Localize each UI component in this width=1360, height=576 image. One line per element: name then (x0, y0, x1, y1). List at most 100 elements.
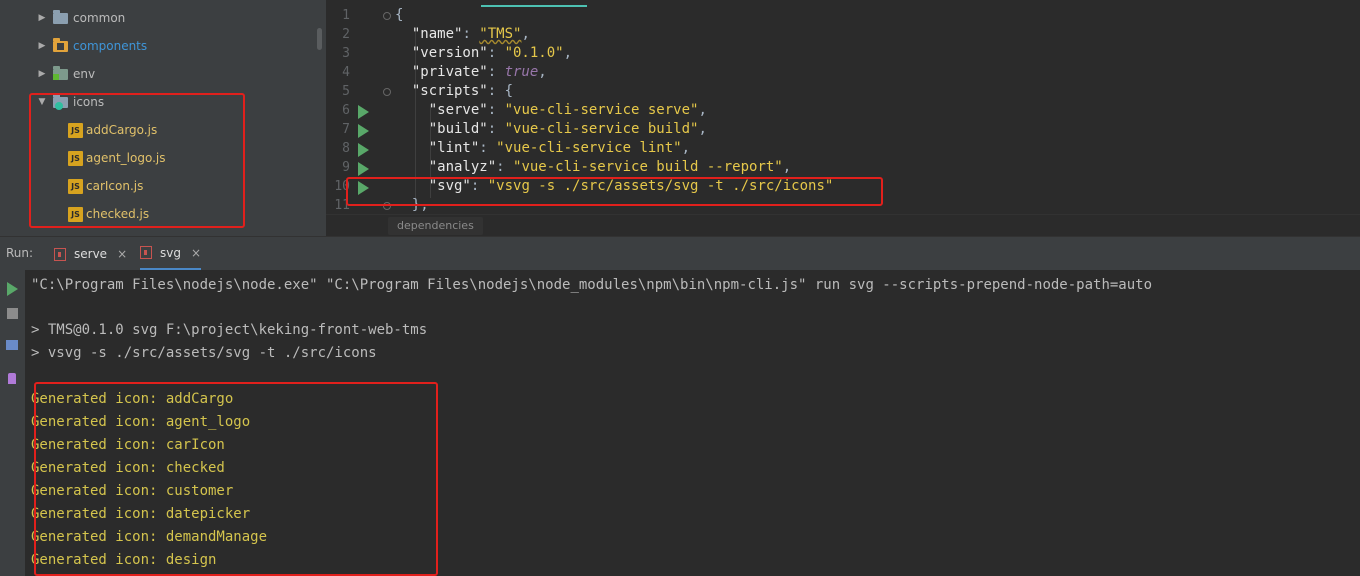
code-line: { (395, 7, 403, 23)
json-value: true (504, 64, 539, 80)
fold-marker-icon[interactable] (383, 202, 391, 210)
folder-icon (53, 93, 68, 110)
json-value: "vue-cli-service build --report" (513, 159, 783, 175)
module-folder-icon (53, 37, 68, 52)
code-line: "name": "TMS", (411, 26, 530, 42)
fold-marker-icon[interactable] (383, 88, 391, 96)
console-generated-line: Generated icon: demandManage (31, 529, 268, 545)
line-number: 4 (342, 65, 350, 80)
console-generated-line: Generated icon: carIcon (31, 437, 225, 453)
tree-item-caricon[interactable]: JS carIcon.js (0, 172, 326, 200)
console-command-line: "C:\Program Files\nodejs\node.exe" "C:\P… (31, 277, 1153, 293)
json-key: "svg" (428, 178, 471, 194)
run-console[interactable]: "C:\Program Files\nodejs\node.exe" "C:\P… (25, 270, 1360, 576)
console-generated-line: Generated icon: customer (31, 483, 234, 499)
code-line: "build": "vue-cli-service build", (428, 121, 707, 137)
line-number: 6 (342, 103, 350, 118)
code-editor[interactable]: 1 2 3 4 5 6 7 8 9 10 11 { "name": "TMS",… (326, 0, 1360, 236)
line-number: 5 (342, 84, 350, 99)
json-key: "build" (428, 121, 488, 137)
close-icon[interactable]: × (117, 247, 127, 261)
close-icon[interactable]: × (191, 246, 201, 260)
run-tool-window-header: Run: serve × svg × (0, 236, 1360, 271)
code-line: "svg": "vsvg -s ./src/assets/svg -t ./sr… (428, 178, 834, 194)
chevron-right-icon[interactable]: ▶ (37, 41, 47, 51)
json-value: "vue-cli-service build" (504, 121, 699, 137)
tab-label: serve (74, 247, 108, 261)
folder-icon (53, 9, 68, 24)
json-key: "scripts" (411, 83, 488, 99)
folder-icon (53, 65, 68, 80)
breadcrumb[interactable]: dependencies (388, 217, 483, 235)
code-line: "serve": "vue-cli-service serve", (428, 102, 707, 118)
console-generated-line: Generated icon: addCargo (31, 391, 234, 407)
console-generated-line: Generated icon: checked (31, 460, 225, 476)
project-tree: ▶ common ▶ components ▶ env ▼ icons JS a… (0, 0, 326, 236)
run-label: Run: (6, 246, 34, 260)
tree-item-label: icons (73, 95, 105, 109)
console-line: > TMS@0.1.0 svg F:\project\keking-front-… (31, 322, 428, 338)
run-script-icon[interactable] (358, 181, 369, 195)
tree-item-components[interactable]: ▶ components (0, 32, 326, 60)
json-value: "0.1.0" (504, 45, 564, 61)
json-key: "private" (411, 64, 488, 80)
code-token: { (395, 7, 404, 23)
code-line: "lint": "vue-cli-service lint", (428, 140, 691, 156)
console-line: > vsvg -s ./src/assets/svg -t ./src/icon… (31, 345, 377, 361)
code-line: }, (395, 197, 429, 213)
tree-item-checked[interactable]: JS checked.js (0, 200, 326, 228)
line-number: 8 (342, 141, 350, 156)
chevron-down-icon[interactable]: ▼ (37, 97, 47, 107)
tree-item-env[interactable]: ▶ env (0, 60, 326, 88)
stop-icon[interactable] (7, 308, 18, 319)
tree-item-agent-logo[interactable]: JS agent_logo.js (0, 144, 326, 172)
json-value: "vue-cli-service lint" (496, 140, 682, 156)
code-line: "analyz": "vue-cli-service build --repor… (428, 159, 792, 175)
line-number: 11 (334, 198, 350, 213)
line-number: 2 (342, 27, 350, 42)
json-key: "name" (411, 26, 463, 42)
rerun-icon[interactable] (7, 282, 18, 296)
run-toolbar (0, 270, 25, 576)
json-key: "lint" (428, 140, 480, 156)
run-script-icon[interactable] (358, 124, 369, 138)
chevron-right-icon[interactable]: ▶ (37, 69, 47, 79)
json-value: "vsvg -s ./src/assets/svg -t ./src/icons… (487, 178, 834, 194)
js-file-icon: JS (68, 178, 83, 194)
console-generated-line: Generated icon: design (31, 552, 217, 568)
run-script-icon[interactable] (358, 143, 369, 157)
pin-icon[interactable] (8, 373, 16, 384)
line-number: 10 (334, 179, 350, 194)
json-key: "version" (411, 45, 488, 61)
code-token: : { (487, 83, 514, 99)
run-script-icon[interactable] (358, 105, 369, 119)
line-number: 9 (342, 160, 350, 175)
tree-scrollbar[interactable] (317, 28, 322, 50)
npm-run-icon (140, 246, 152, 259)
tab-svg[interactable]: svg × (140, 237, 202, 271)
js-file-icon: JS (68, 122, 83, 138)
code-line: "private": true, (411, 64, 547, 80)
tree-item-label: agent_logo.js (86, 151, 166, 165)
tree-item-addcargo[interactable]: JS addCargo.js (0, 116, 326, 144)
json-value: "vue-cli-service serve" (504, 102, 699, 118)
tree-item-common[interactable]: ▶ common (0, 4, 326, 32)
run-script-icon[interactable] (358, 162, 369, 176)
active-tab-indicator (481, 5, 587, 7)
tree-item-label: checked.js (86, 207, 150, 221)
tab-serve[interactable]: serve × (54, 237, 127, 271)
tree-item-label: env (73, 67, 96, 81)
js-file-icon: JS (68, 206, 83, 222)
tree-item-label: components (73, 39, 148, 53)
tree-item-icons[interactable]: ▼ icons (0, 88, 326, 116)
code-token: }, (411, 197, 429, 213)
npm-run-icon (54, 247, 66, 261)
breadcrumb-bar: dependencies (326, 214, 1360, 237)
json-key: "serve" (428, 102, 488, 118)
chevron-right-icon[interactable]: ▶ (37, 13, 47, 23)
json-key: "analyz" (428, 159, 497, 175)
tree-item-label: carIcon.js (86, 179, 144, 193)
fold-marker-icon[interactable] (383, 12, 391, 20)
line-number: 7 (342, 122, 350, 137)
layout-icon[interactable] (6, 340, 18, 350)
